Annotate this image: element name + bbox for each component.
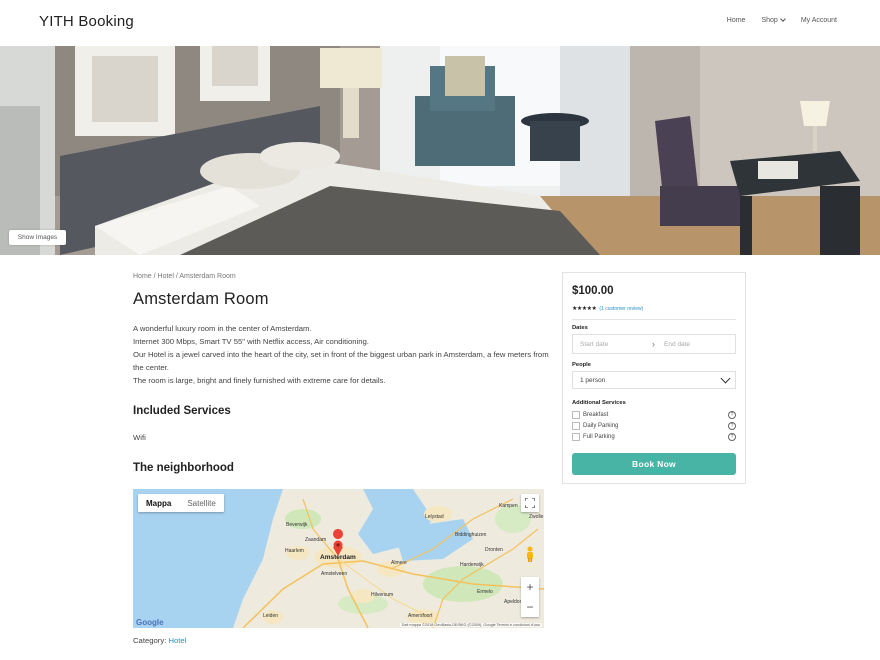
map-city-label: Amersfoort (408, 613, 433, 619)
arrow-right-icon: › (652, 339, 655, 349)
neighborhood-map[interactable]: Amsterdam Haarlem Almere Lelystad Hilver… (133, 489, 544, 628)
people-value: 1 person (580, 376, 606, 384)
street-view-pegman[interactable] (523, 545, 537, 563)
divider (572, 319, 736, 320)
map-city-label: Amstelveen (321, 571, 348, 577)
nav-home[interactable]: Home (727, 17, 746, 24)
price: $100.00 (572, 285, 614, 297)
zoom-in-button[interactable]: + (526, 580, 533, 594)
site-title[interactable]: YITH Booking (39, 13, 134, 30)
description-line: The room is large, bright and finely fur… (133, 376, 386, 385)
site-header: YITH Booking Home Shop My Account (0, 0, 880, 46)
map-city-label: Zaandam (305, 537, 327, 543)
additional-services-label: Additional Services (572, 400, 626, 406)
book-now-button[interactable]: Book Now (572, 453, 736, 475)
date-range-field: Start date › End date (572, 334, 736, 354)
map-city-label: Almere (391, 560, 407, 566)
included-services-heading: Included Services (133, 405, 231, 417)
dates-label: Dates (572, 325, 588, 331)
zoom-control: + − (521, 577, 539, 617)
map-type-control: Mappa Satellite (138, 494, 224, 512)
description-line: Our Hotel is a jewel carved into the hea… (133, 350, 549, 372)
nav-home-label: Home (726, 17, 746, 24)
nav-shop-label: Shop (761, 17, 778, 24)
breadcrumb-current: Amsterdam Room (179, 273, 236, 280)
service-label: Full Parking (583, 434, 615, 440)
map-tab-map[interactable]: Mappa (138, 494, 179, 512)
checkbox[interactable] (572, 411, 580, 419)
map-city-label: Hilversum (371, 592, 394, 598)
checkbox[interactable] (572, 433, 580, 441)
map-city-label: Lelystad (425, 514, 444, 520)
map-city-label: Beverwijk (286, 522, 308, 528)
map-city-label: Dronten (485, 547, 503, 553)
nav-my-account[interactable]: My Account (801, 17, 837, 24)
booking-form: $100.00 ★★★★★ (1 customer review) Dates … (562, 272, 746, 484)
room-description: A wonderful luxury room in the center of… (133, 322, 553, 387)
map-attribution[interactable]: Dati mappa ©2018 GeoBasis-DE/BKG (©2009)… (399, 623, 542, 627)
help-icon[interactable]: ? (728, 433, 736, 441)
people-select[interactable]: 1 person (572, 371, 736, 389)
service-option-daily-parking: Daily Parking ? (572, 421, 736, 431)
pegman-icon (527, 546, 533, 562)
map-city-label: Leiden (263, 613, 279, 619)
page-title: Amsterdam Room (133, 290, 269, 308)
chevron-down-icon (720, 373, 731, 384)
fullscreen-button[interactable] (521, 494, 539, 512)
fullscreen-icon (525, 498, 535, 508)
help-icon[interactable]: ? (728, 411, 736, 419)
main-nav: Home Shop My Account (727, 16, 837, 24)
help-icon[interactable]: ? (728, 422, 736, 430)
zoom-out-button[interactable]: − (526, 600, 533, 614)
map-city-label: Zwolle (529, 514, 544, 520)
breadcrumb-hotel[interactable]: Hotel (158, 273, 174, 280)
review-link[interactable]: (1 customer review) (599, 306, 643, 312)
google-logo: Google (136, 618, 164, 627)
service-label: Breakfast (583, 412, 609, 418)
nav-shop[interactable]: Shop (761, 16, 786, 24)
map-city-label: Amsterdam (320, 554, 356, 561)
start-date-input[interactable]: Start date (580, 341, 652, 348)
breadcrumb: Home / Hotel / Amsterdam Room (133, 273, 236, 280)
breadcrumb-home[interactable]: Home (133, 273, 152, 280)
service-option-breakfast: Breakfast ? (572, 410, 736, 420)
map-city-label: Ermelo (477, 589, 493, 595)
service-item: Wifi (133, 433, 146, 442)
end-date-input[interactable]: End date (664, 341, 690, 348)
description-line: A wonderful luxury room in the center of… (133, 324, 312, 333)
product-category: Category: Hotel (133, 636, 186, 645)
nav-my-account-label: My Account (800, 17, 837, 24)
chevron-down-icon (779, 16, 786, 22)
star-rating-icon: ★★★★★ (572, 306, 597, 312)
checkbox[interactable] (572, 422, 580, 430)
map-city-label: Kampen (499, 503, 518, 509)
service-option-full-parking: Full Parking ? (572, 432, 736, 442)
map-city-label: Harderwijk (460, 562, 484, 568)
map-city-label: Biddinghuizen (455, 532, 487, 538)
category-label: Category: (133, 636, 169, 645)
rating: ★★★★★ (1 customer review) (572, 305, 643, 313)
show-images-button[interactable]: Show Images (9, 230, 66, 245)
map-tab-satellite[interactable]: Satellite (179, 494, 223, 512)
service-label: Daily Parking (583, 423, 619, 429)
hero-image (0, 46, 880, 255)
people-label: People (572, 362, 592, 368)
category-link[interactable]: Hotel (168, 636, 186, 645)
description-line: Internet 300 Mbps, Smart TV 55" with Net… (133, 337, 369, 346)
neighborhood-heading: The neighborhood (133, 462, 234, 474)
map-city-label: Haarlem (285, 548, 304, 554)
